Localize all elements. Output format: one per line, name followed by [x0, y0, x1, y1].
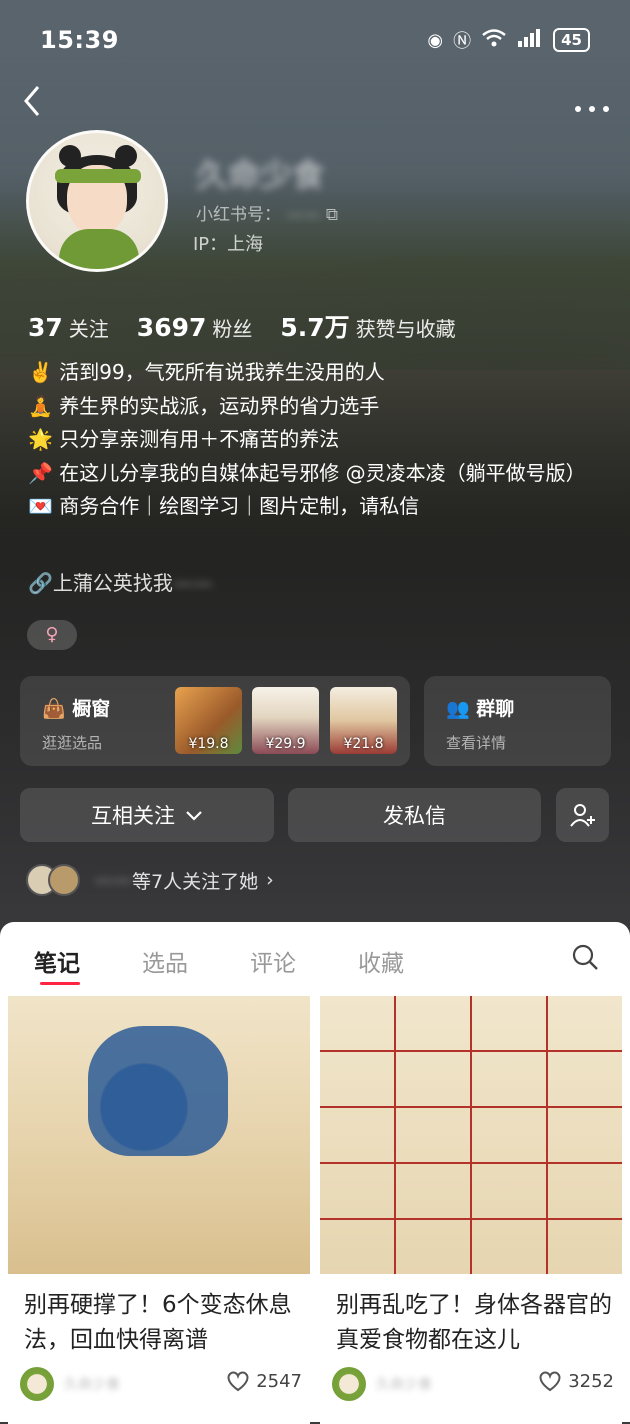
- link-icon: 🔗: [28, 571, 53, 595]
- stat-following[interactable]: 37 关注: [28, 313, 109, 342]
- shop-window-card[interactable]: 👜 橱窗 逛逛选品 ¥19.8 ¥29.9 ¥21.8: [20, 676, 410, 766]
- profile-stats: 37 关注 3697 粉丝 5.7万 获赞与收藏: [28, 308, 456, 344]
- avatar: [332, 1367, 366, 1401]
- copy-icon[interactable]: ⧉: [326, 205, 338, 225]
- status-bar: 15:39 ◉ Ⓝ 45: [40, 22, 590, 58]
- avatar: [48, 864, 80, 896]
- note-title: 别再硬撑了！6个变态休息法，回血快得离谱: [24, 1292, 292, 1353]
- tab-comments[interactable]: 评论: [250, 944, 296, 978]
- profile-link[interactable]: 🔗上蒲公英找我——: [28, 567, 213, 596]
- tab-notes[interactable]: 笔记: [34, 944, 80, 978]
- active-tab-indicator: [40, 982, 80, 985]
- bag-icon: 👜: [42, 698, 66, 720]
- like-count[interactable]: 2547: [226, 1370, 302, 1392]
- note-card[interactable]: 别再乱吃了！身体各器官的真爱食物都在这儿 久命少食 3252: [320, 996, 622, 1424]
- nfc-icon: Ⓝ: [453, 31, 472, 52]
- eye-icon: ◉: [427, 29, 444, 51]
- account-id[interactable]: 小红书号： —— ⧉: [196, 200, 338, 225]
- group-icon: 👥: [446, 698, 470, 720]
- gender-badge: ♀: [27, 620, 77, 650]
- tab-collections[interactable]: 收藏: [358, 944, 404, 978]
- tab-products[interactable]: 选品: [142, 944, 188, 978]
- account-label: 小红书号：: [196, 205, 281, 225]
- back-arrow-icon[interactable]: [20, 83, 60, 126]
- status-icons: ◉ Ⓝ 45: [427, 27, 590, 53]
- add-friend-button[interactable]: [556, 788, 609, 842]
- search-icon[interactable]: [570, 942, 600, 972]
- status-time: 15:39: [40, 26, 119, 54]
- profile-bio: ✌️ 活到99，气死所有说我养生没用的人 🧘 养生界的实战派，运动界的省力选手 …: [28, 356, 608, 524]
- chevron-right-icon: ›: [266, 869, 274, 891]
- stat-likes-collects[interactable]: 5.7万 获赞与收藏: [280, 308, 455, 344]
- add-user-icon: [569, 804, 595, 827]
- note-cover-image[interactable]: [8, 996, 310, 1274]
- note-title: 别再乱吃了！身体各器官的真爱食物都在这儿: [336, 1292, 612, 1353]
- bio-line: 💌 商务合作｜绘图学习｜图片定制，请私信: [28, 494, 420, 518]
- wifi-icon: [481, 28, 507, 53]
- bio-line: 📌 在这儿分享我的自媒体起号邪修 @灵凌本凌（躺平做号版）: [28, 460, 586, 485]
- profile-tabs: 笔记 选品 评论 收藏: [0, 922, 630, 994]
- more-options-icon[interactable]: [574, 88, 610, 121]
- profile-avatar[interactable]: [26, 130, 168, 272]
- bio-line: 🌟 只分享亲测有用＋不痛苦的养法: [28, 427, 340, 451]
- ip-location: IP：上海: [193, 234, 264, 255]
- account-value: ——: [286, 205, 321, 225]
- product-thumb[interactable]: ¥29.9: [252, 687, 319, 754]
- mutual-follow-button[interactable]: 互相关注: [20, 788, 274, 842]
- bio-line: 🧘 养生界的实战派，运动界的省力选手: [28, 393, 380, 418]
- battery-indicator: 45: [553, 28, 590, 52]
- content-sheet: 笔记 选品 评论 收藏 别再硬撑了！6个变态休息法，回血快得离谱 久命少食 25…: [0, 922, 630, 1424]
- signal-icon: [517, 28, 543, 53]
- group-chat-card[interactable]: 👥 群聊 查看详情: [424, 676, 611, 766]
- heart-icon: [539, 1371, 561, 1392]
- avatar: [20, 1367, 54, 1401]
- note-card[interactable]: 别再硬撑了！6个变态休息法，回血快得离谱 久命少食 2547: [8, 996, 310, 1424]
- product-thumb[interactable]: ¥21.8: [330, 687, 397, 754]
- profile-name: 久命少食: [196, 156, 325, 194]
- message-button[interactable]: 发私信: [288, 788, 541, 842]
- mutual-followers[interactable]: —— 等7人关注了她 ›: [26, 862, 274, 898]
- bio-line: ✌️ 活到99，气死所有说我养生没用的人: [28, 360, 385, 384]
- heart-icon: [227, 1371, 249, 1392]
- product-thumb[interactable]: ¥19.8: [175, 687, 242, 754]
- top-nav: [20, 82, 610, 126]
- note-cover-image[interactable]: [320, 996, 622, 1274]
- chevron-down-icon: [185, 803, 203, 827]
- stat-followers[interactable]: 3697 粉丝: [137, 313, 253, 342]
- like-count[interactable]: 3252: [538, 1370, 614, 1392]
